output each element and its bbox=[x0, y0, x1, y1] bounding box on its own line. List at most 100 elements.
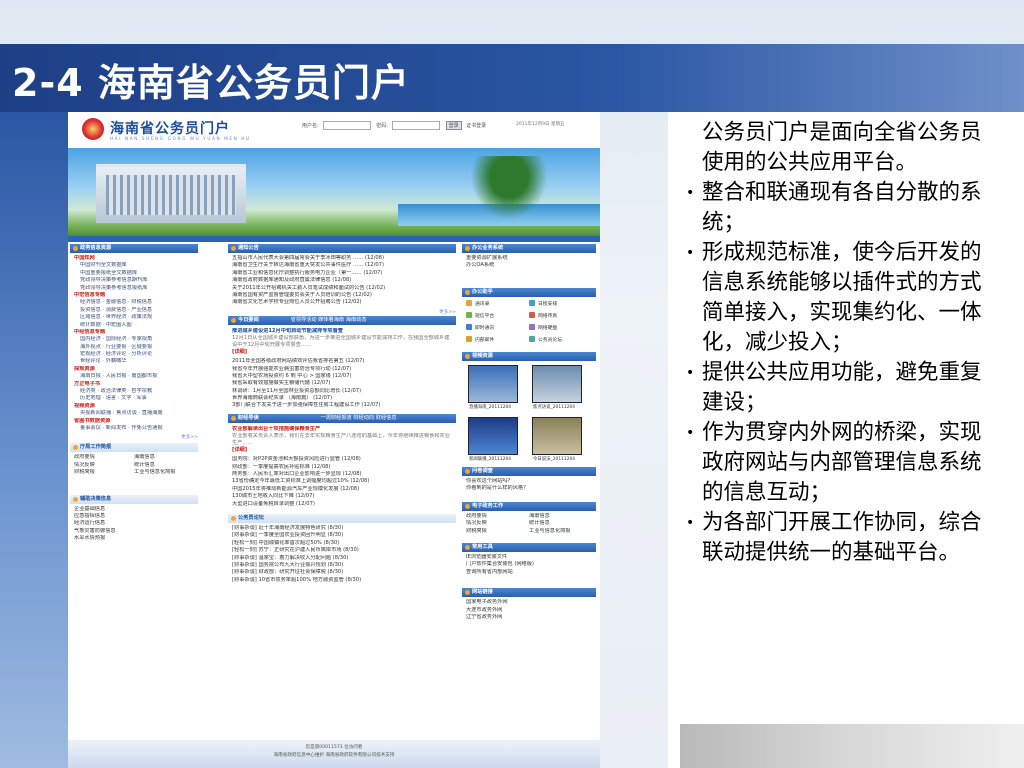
work-brief-item[interactable]: 工业与信息化简报 bbox=[134, 469, 194, 476]
office-helper-item[interactable]: 短信平台 bbox=[466, 312, 529, 319]
finance-item[interactable]: 财政部：一季度提高农民补贴标准 (12/08) bbox=[232, 464, 452, 471]
today-news-item[interactable]: 我省今年开展强能农业病虫害防治专项行动 (12/07) bbox=[232, 366, 452, 373]
survey-item[interactable]: 你喜欢这个网站吗？ bbox=[466, 478, 592, 485]
finance-item[interactable]: 国务院：对P2P资金池和大额投资风险进行监管 (12/08) bbox=[232, 456, 452, 463]
forum-post-item[interactable]: [财事杂谈] 财政部：研究开征社会保障税 (8/30) bbox=[232, 569, 452, 576]
policy-item[interactable]: 省图书数据资源 bbox=[74, 418, 194, 425]
egov-item[interactable]: 政府要情 bbox=[466, 513, 529, 520]
egov-item[interactable]: 工业与信息化简报 bbox=[529, 528, 592, 535]
link-item[interactable]: 辽宁省政务外网 bbox=[466, 614, 592, 621]
today-news-item[interactable]: 世界海南商联会纪实录 （海南篇） (12/07) bbox=[232, 395, 452, 402]
office-helper-item[interactable]: 网络传真 bbox=[529, 312, 592, 319]
policy-item[interactable]: 视频资源 bbox=[74, 403, 194, 410]
work-brief-item[interactable]: 情况反映 bbox=[74, 462, 134, 469]
decision-info-item[interactable]: 气象灾害防御信息 bbox=[74, 528, 194, 535]
egov-item[interactable]: 海南信息 bbox=[529, 513, 592, 520]
policy-item[interactable]: 中宏信息专题 bbox=[74, 292, 194, 299]
link-item[interactable]: 大连市政务外网 bbox=[466, 607, 592, 614]
office-helper-item[interactable]: 日程安排 bbox=[529, 300, 592, 307]
egov-item[interactable]: 财税简报 bbox=[466, 528, 529, 535]
more-link[interactable]: 更多>> bbox=[70, 434, 198, 441]
forum-post-item[interactable]: [轻松一刻] 苏宁：正研究在沪建人民币离岸市场 (8/30) bbox=[232, 547, 452, 554]
forum-post-item[interactable]: [财事杂谈] 温家宝：着力解决收入分配问题 (8/30) bbox=[232, 555, 452, 562]
policy-item[interactable]: 中国知网 bbox=[74, 255, 194, 262]
work-brief-item[interactable]: 政府要情 bbox=[74, 454, 134, 461]
egov-item[interactable]: 情况反映 bbox=[466, 520, 529, 527]
office-helper-item[interactable]: 通讯录 bbox=[466, 300, 529, 307]
policy-item[interactable]: 宏观经济 · 经济评论 · 分析评论 bbox=[74, 351, 194, 358]
office-system-item[interactable]: 办公OA系统 bbox=[466, 262, 592, 269]
work-brief-item[interactable]: 统计信息 bbox=[134, 462, 194, 469]
notice-item[interactable]: 五指山市人民代表大会第四届常会关于李冰田等职务 …… (12/08) bbox=[232, 255, 452, 262]
policy-item[interactable]: 中国财刊全文数据库 bbox=[74, 262, 194, 269]
office-helper-item[interactable]: 公务员论坛 bbox=[529, 336, 592, 343]
decision-info-item[interactable]: 企业基础信息 bbox=[74, 506, 194, 513]
forum-post-item[interactable]: [轻松一刻] 中国城镇化率首次超过50% (8/30) bbox=[232, 540, 452, 547]
decision-info-item[interactable]: 应急指挥信息 bbox=[74, 513, 194, 520]
finance-tabs[interactable]: 一周财经报道 财经动向 财经信息 bbox=[321, 415, 397, 421]
policy-item[interactable]: 海外视点 · 行业要报 · 区域要报 bbox=[74, 344, 194, 351]
finance-headline[interactable]: 农业部解读出台十项措施确保粮食生产 bbox=[232, 426, 452, 433]
link-item[interactable]: 国家电子政务外网 bbox=[466, 599, 592, 606]
policy-item[interactable]: 区域信息 · 世界经济 · 政策法规 bbox=[74, 314, 194, 321]
policy-item[interactable]: 经济类 · 政治法律类 · 哲学宗教 bbox=[74, 388, 194, 395]
notice-item[interactable]: 海南省国有资产监督管理委员会关于人员培训的公告 (12/02) bbox=[232, 292, 452, 299]
today-news-tabs[interactable]: 省领导活动 媒体看海南 海南动态 bbox=[291, 317, 367, 323]
policy-item[interactable]: 世经评论 · 外籍瞰华 bbox=[74, 358, 194, 365]
today-news-item[interactable]: 我省采取有效措施做实主粮储代储 (12/07) bbox=[232, 380, 452, 387]
office-helper-item[interactable]: 即时通讯 bbox=[466, 324, 529, 331]
forum-post-item[interactable]: [财事杂谈] 10省市债务率超100% 地方融资监管 (8/30) bbox=[232, 577, 452, 584]
egov-item[interactable]: 统计信息 bbox=[529, 520, 592, 527]
policy-item[interactable]: 探规资源 bbox=[74, 366, 194, 373]
policy-item[interactable]: 中经信息专题 bbox=[74, 329, 194, 336]
policy-item[interactable]: 海南日报 · 人民日报 · 南国都市报 bbox=[74, 373, 194, 380]
policy-item[interactable]: 央视新闻联播 · 焦点访谈 · 直播海南 bbox=[74, 410, 194, 417]
today-news-item[interactable]: 3部门联合下发关于进一步加强保障性住房工程建设工作 (12/07) bbox=[232, 402, 452, 409]
work-brief-item[interactable]: 海南信息 bbox=[134, 454, 194, 461]
video-thumbnail[interactable]: 焦点访谈_20111204 bbox=[532, 364, 582, 410]
office-helper-item[interactable]: 网络硬盘 bbox=[529, 324, 592, 331]
video-thumbnail[interactable]: 今日说法_20111204 bbox=[532, 416, 582, 462]
today-headline[interactable]: 推进城乡建设进12月中旬启动节能减排专项督查 bbox=[232, 328, 452, 335]
policy-item[interactable]: 投资信息 · 消费信息 · 产业信息 bbox=[74, 307, 194, 314]
notice-more-link[interactable]: 更多>> bbox=[228, 309, 456, 316]
today-news-item[interactable]: 我省大中型农场投资约 6 到 中心 > 国家级 (12/07) bbox=[232, 373, 452, 380]
office-system-item[interactable]: 重要资源扩展系统 bbox=[466, 255, 592, 262]
finance-item[interactable]: 中国2015年将推动新能源汽车产业规模化发展 (12/08) bbox=[232, 486, 452, 493]
finance-item[interactable]: 130城市土地收入同比下降 (12/07) bbox=[232, 493, 452, 500]
forum-post-item[interactable]: [财事杂谈] 近十年海南经济发展特色研究 (8/30) bbox=[232, 525, 452, 532]
login-button[interactable]: 登录 bbox=[445, 121, 462, 130]
notice-item[interactable]: 海南省政府数据库通知及政府直属法律信息 (12/08) bbox=[232, 277, 452, 284]
notice-item[interactable]: 关于2011年公开招聘机关工勤人员笔试成绩和面试的公告 (12/02) bbox=[232, 285, 452, 292]
username-input[interactable] bbox=[322, 121, 371, 130]
policy-item[interactable]: 中国重要报纸全文数据库 bbox=[74, 270, 194, 277]
cert-login-link[interactable]: 证书登录 bbox=[466, 122, 486, 129]
finance-item[interactable]: 13省份确定今年最低工资标准上调幅度均超过10% (12/08) bbox=[232, 478, 452, 485]
policy-item[interactable]: 经济信息 · 金融信息 · 财税信息 bbox=[74, 299, 194, 306]
today-news-item[interactable]: 2011年全国各级政府网站绩效评估我省排名第五 (12/07) bbox=[232, 358, 452, 365]
notice-item[interactable]: 海南省文化艺术学校专业岗位人员公开招聘公告 (12/02) bbox=[232, 299, 452, 306]
finance-detail-link[interactable]: [详细] bbox=[232, 446, 452, 453]
decision-info-item[interactable]: 经济运行信息 bbox=[74, 520, 194, 527]
office-helper-item[interactable]: 内部邮件 bbox=[466, 336, 529, 343]
policy-item[interactable]: 党政领导决策参考信息报纸库 bbox=[74, 285, 194, 292]
policy-item[interactable]: 董事会议 · 新闻发布 · 作免公告通报 bbox=[74, 425, 194, 432]
forum-post-item[interactable]: [财事杂谈] 一季度全国农业投资回升明显 (8/30) bbox=[232, 532, 452, 539]
video-thumbnail[interactable]: 新闻联播_20111204 bbox=[468, 416, 518, 462]
tool-item[interactable]: 查询所有省内部网站 bbox=[466, 569, 592, 576]
policy-item[interactable]: 历史地理 · 语言 · 文字 · 军事 bbox=[74, 395, 194, 402]
policy-item[interactable]: 统计数据 · 中宏图人图 bbox=[74, 322, 194, 329]
policy-item[interactable]: 国内经济 · 国际经济 · 专家视角 bbox=[74, 336, 194, 343]
survey-item[interactable]: 你看到的是什么样的风格？ bbox=[466, 485, 592, 492]
today-detail-link[interactable]: [详细] bbox=[232, 348, 452, 355]
policy-item[interactable]: 党政领导决策参考信息期刊库 bbox=[74, 277, 194, 284]
notice-item[interactable]: 海南省工业和信息化厅调整执行服务电力企业（第一…… (12/07) bbox=[232, 270, 452, 277]
work-brief-item[interactable]: 财税简报 bbox=[74, 469, 134, 476]
forum-post-item[interactable]: [财事杂谈] 国务院公布九大行业振兴规划 (8/30) bbox=[232, 562, 452, 569]
finance-item[interactable]: 商务部：人民币汇率对出口企业影响进一步显现 (12/08) bbox=[232, 471, 452, 478]
tool-item[interactable]: 门户软件集合安装包 (网络版) bbox=[466, 561, 592, 568]
tool-item[interactable]: IE浏览器安装文件 bbox=[466, 554, 592, 561]
video-thumbnail[interactable]: 直播海南_20111204 bbox=[468, 364, 518, 410]
finance-item[interactable]: 大型进口设备免税目录调整 (12/07) bbox=[232, 501, 452, 508]
policy-item[interactable]: 方正电子书 bbox=[74, 381, 194, 388]
